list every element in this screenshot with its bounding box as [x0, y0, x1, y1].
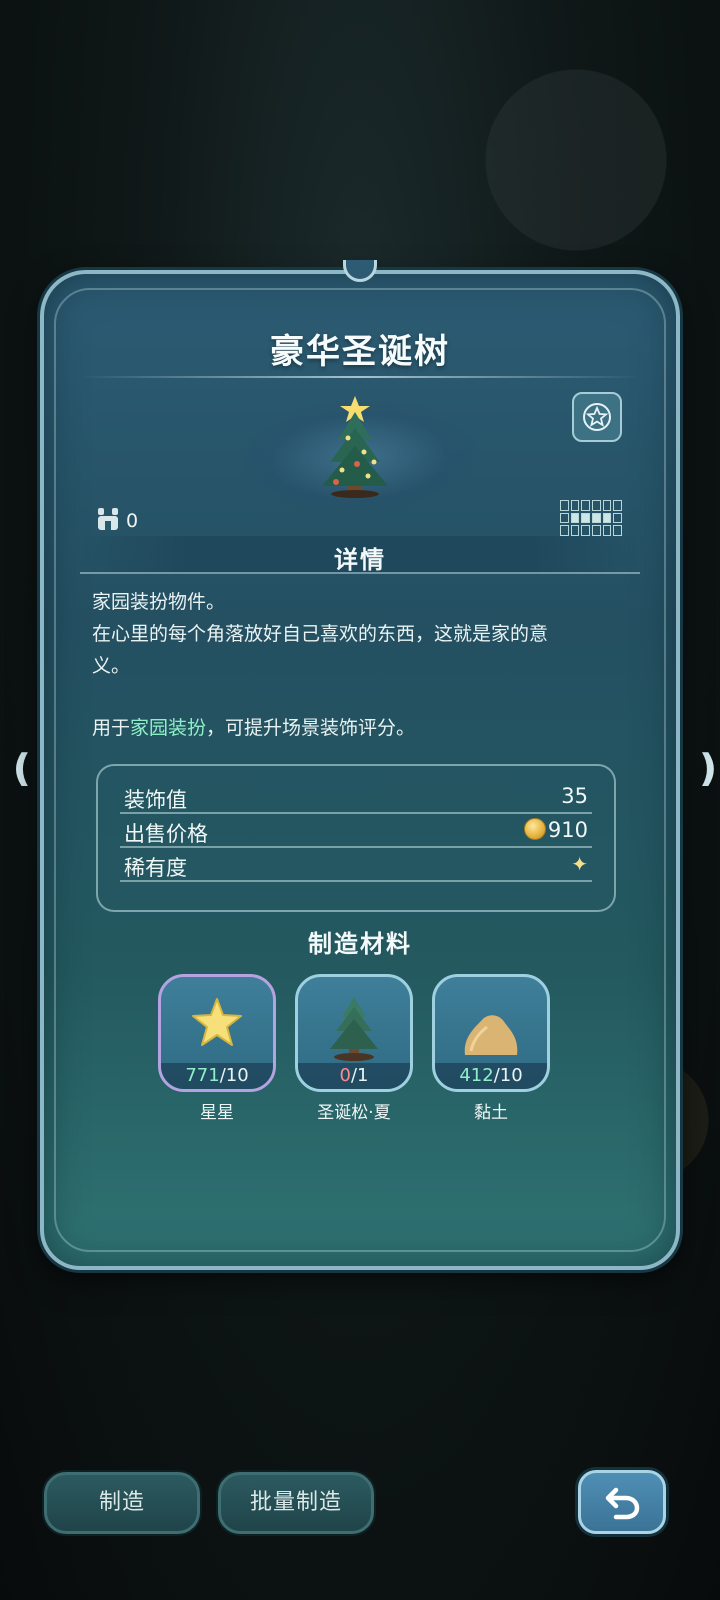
rarity-star-icon: ✦	[571, 852, 588, 876]
favorite-button[interactable]	[572, 392, 622, 442]
pine-tree-icon	[330, 997, 378, 1061]
item-title: 豪华圣诞树	[270, 332, 450, 372]
previous-item-arrow-icon[interactable]: ❪	[6, 748, 38, 788]
description-line: 义。	[92, 655, 131, 677]
description-line: 家园装扮物件。	[92, 591, 226, 613]
star-icon	[192, 998, 242, 1046]
coin-icon	[523, 818, 546, 840]
next-item-arrow-icon[interactable]: ❫	[692, 748, 720, 788]
stat-rarity: 稀有度 ✦	[120, 848, 592, 882]
stat-decor: 装饰值 35	[120, 780, 592, 814]
placement-size-icon	[560, 500, 622, 536]
price-value: 910	[547, 818, 588, 842]
batch-make-button[interactable]: 批量制造	[218, 1472, 374, 1534]
panel-ornament	[343, 260, 377, 282]
materials-header: 制造材料	[308, 930, 412, 958]
decor-value: 35	[561, 784, 588, 808]
stat-price: 出售价格 910	[120, 814, 592, 848]
back-button[interactable]	[578, 1470, 666, 1534]
material-pine[interactable]: 0/1 圣诞松·夏	[295, 974, 413, 1123]
usage-link[interactable]: 家园装扮	[130, 717, 206, 739]
make-button[interactable]: 制造	[44, 1472, 200, 1534]
item-detail-panel: 豪华圣诞树 0 详情 家园装扮物件。 在心里的每个角落放好自己喜欢的东西，这就是…	[40, 260, 680, 1270]
material-star[interactable]: 771/10 星星	[158, 974, 276, 1123]
usage-text: 用于家园装扮，可提升场景装饰评分。	[92, 717, 416, 739]
back-arrow-icon	[605, 1487, 640, 1520]
divider	[80, 376, 640, 378]
details-header: 详情	[334, 546, 386, 574]
owned-count: 0	[126, 510, 139, 532]
material-clay[interactable]: 412/10 黏土	[432, 974, 550, 1123]
star-outline-icon	[583, 403, 611, 431]
owned-count-icon	[98, 508, 118, 530]
clay-icon	[464, 1015, 518, 1055]
stats-box: 装饰值 35 出售价格 910 稀有度 ✦	[96, 764, 616, 912]
christmas-tree-image	[322, 396, 388, 498]
description-line: 在心里的每个角落放好自己喜欢的东西，这就是家的意	[92, 623, 549, 645]
